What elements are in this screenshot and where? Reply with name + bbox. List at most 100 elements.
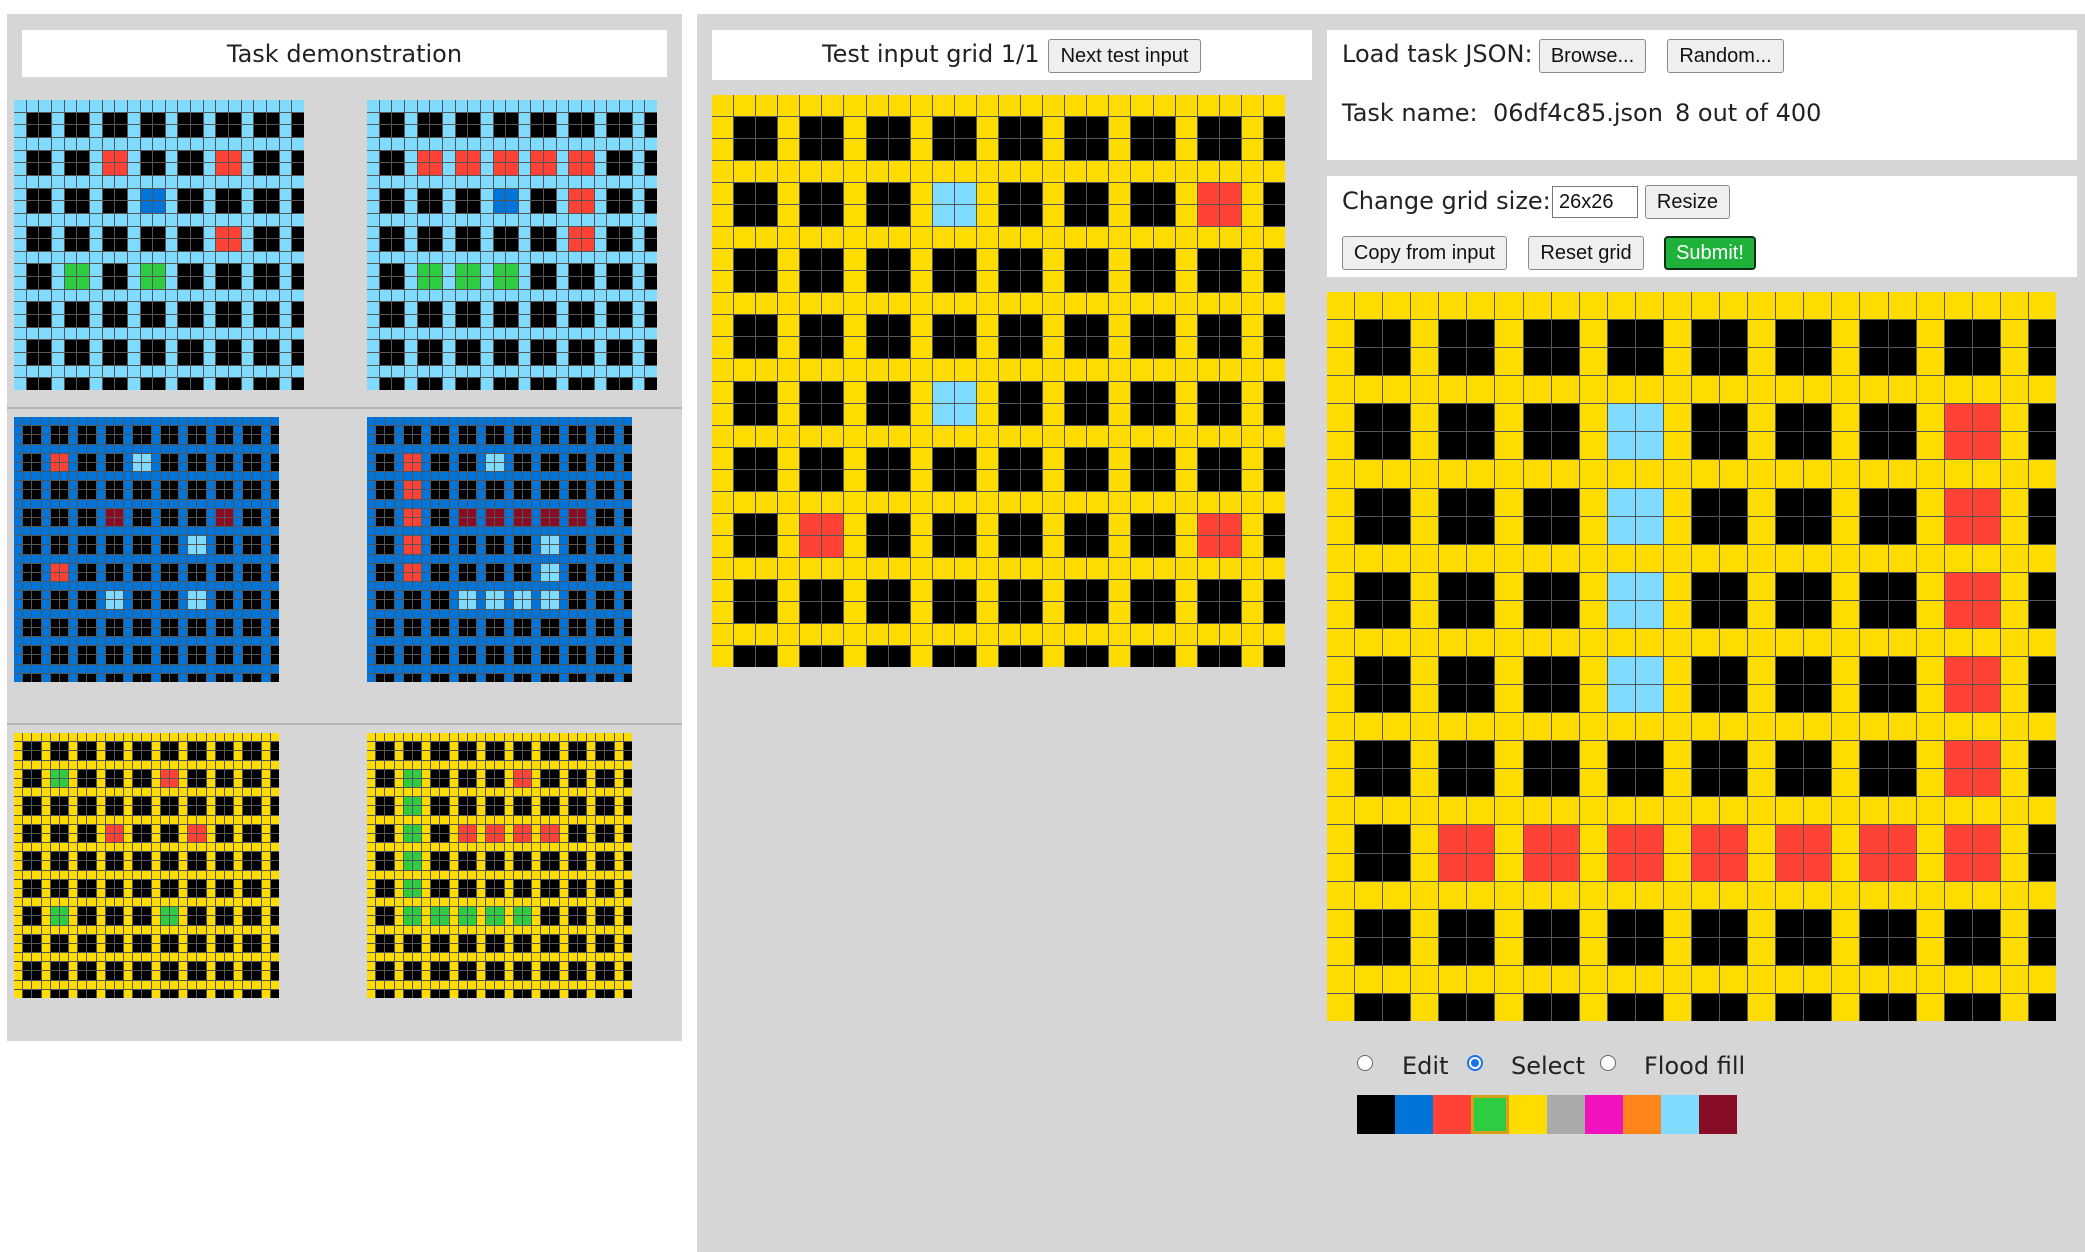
grid-cell	[14, 861, 23, 870]
grid-cell	[531, 112, 544, 125]
grid-cell	[153, 226, 165, 239]
grid-cell	[594, 150, 607, 163]
grid-cell	[224, 545, 234, 554]
grid-cell	[477, 462, 486, 472]
grid-cell	[367, 137, 379, 150]
grid-cell	[623, 907, 632, 916]
grid-cell	[582, 175, 594, 188]
grid-cell	[243, 742, 252, 751]
grid-cell	[541, 971, 550, 980]
grid-cell	[179, 508, 188, 517]
grid-cell	[292, 327, 304, 340]
grid-cell	[261, 426, 270, 435]
grid-cell	[133, 517, 142, 527]
grid-cell	[270, 806, 279, 815]
grid-cell	[587, 852, 596, 861]
grid-cell	[206, 582, 215, 591]
grid-cell	[279, 315, 292, 327]
grid-cell	[541, 637, 550, 646]
grid-cell	[440, 943, 449, 953]
grid-cell	[270, 971, 279, 980]
grid-cell	[422, 852, 431, 861]
grid-cell	[379, 353, 392, 365]
grid-cell	[77, 213, 89, 226]
grid-cell	[577, 815, 587, 824]
grid-cell	[39, 175, 51, 188]
grid-cell	[495, 563, 504, 572]
grid-cell	[102, 289, 115, 302]
grid-cell	[513, 490, 522, 499]
grid-cell	[169, 426, 179, 435]
next-test-input-button[interactable]: Next test input	[1048, 39, 1201, 73]
grid-cell	[522, 609, 532, 618]
grid-cell	[614, 527, 623, 536]
grid-cell	[188, 971, 197, 980]
grid-cell	[449, 673, 458, 682]
grid-cell	[403, 563, 412, 572]
grid-cell	[577, 742, 587, 751]
grid-cell	[243, 760, 252, 769]
grid-cell	[614, 953, 623, 962]
grid-cell	[431, 989, 440, 998]
grid-cell	[23, 943, 32, 953]
grid-cell	[385, 778, 394, 788]
grid-cell	[216, 239, 229, 251]
grid-cell	[179, 925, 188, 934]
grid-cell	[151, 916, 160, 925]
grid-cell	[1087, 161, 1109, 183]
grid-cell	[188, 916, 197, 925]
grid-cell	[14, 289, 26, 302]
grid-cell	[596, 664, 605, 673]
grid-cell	[23, 733, 32, 742]
grid-cell	[23, 444, 32, 453]
grid-cell	[486, 833, 495, 843]
grid-cell	[169, 751, 179, 760]
grid-cell	[605, 673, 614, 682]
grid-cell	[376, 742, 385, 751]
grid-cell	[594, 378, 607, 390]
grid-cell	[431, 609, 440, 618]
grid-cell	[645, 251, 657, 264]
grid-cell	[87, 943, 96, 953]
grid-cell	[87, 609, 96, 618]
grid-cell	[495, 843, 504, 852]
grid-cell	[32, 637, 41, 646]
grid-cell	[412, 733, 422, 742]
grid-cell	[215, 733, 224, 742]
grid-cell	[140, 378, 153, 390]
grid-cell	[440, 673, 449, 682]
grid-cell	[577, 925, 587, 934]
grid-cell	[632, 213, 645, 226]
grid-cell	[582, 112, 594, 125]
grid-cell	[559, 824, 568, 833]
grid-cell	[623, 462, 632, 472]
grid-cell	[69, 609, 78, 618]
grid-cell	[614, 870, 623, 879]
grid-cell	[69, 572, 78, 582]
grid-cell	[822, 447, 844, 469]
grid-cell	[160, 618, 169, 627]
grid-cell	[267, 327, 279, 340]
grid-cell	[69, 508, 78, 517]
grid-cell	[412, 934, 422, 943]
grid-cell	[477, 943, 486, 953]
grid-cell	[179, 462, 188, 472]
grid-cell	[206, 888, 215, 898]
grid-cell	[522, 673, 532, 682]
grid-cell	[197, 462, 206, 472]
grid-cell	[467, 472, 477, 481]
grid-cell	[142, 733, 151, 742]
grid-cell	[206, 806, 215, 815]
grid-cell	[458, 778, 467, 788]
grid-cell	[252, 490, 261, 499]
grid-cell	[531, 137, 544, 150]
grid-cell	[243, 673, 252, 682]
grid-cell	[224, 888, 234, 898]
grid-cell	[87, 953, 96, 962]
grid-cell	[541, 536, 550, 545]
grid-cell	[910, 381, 932, 403]
grid-cell	[403, 778, 412, 788]
grid-cell	[1087, 139, 1109, 161]
grid-cell	[1175, 315, 1197, 337]
grid-cell	[1241, 227, 1263, 249]
